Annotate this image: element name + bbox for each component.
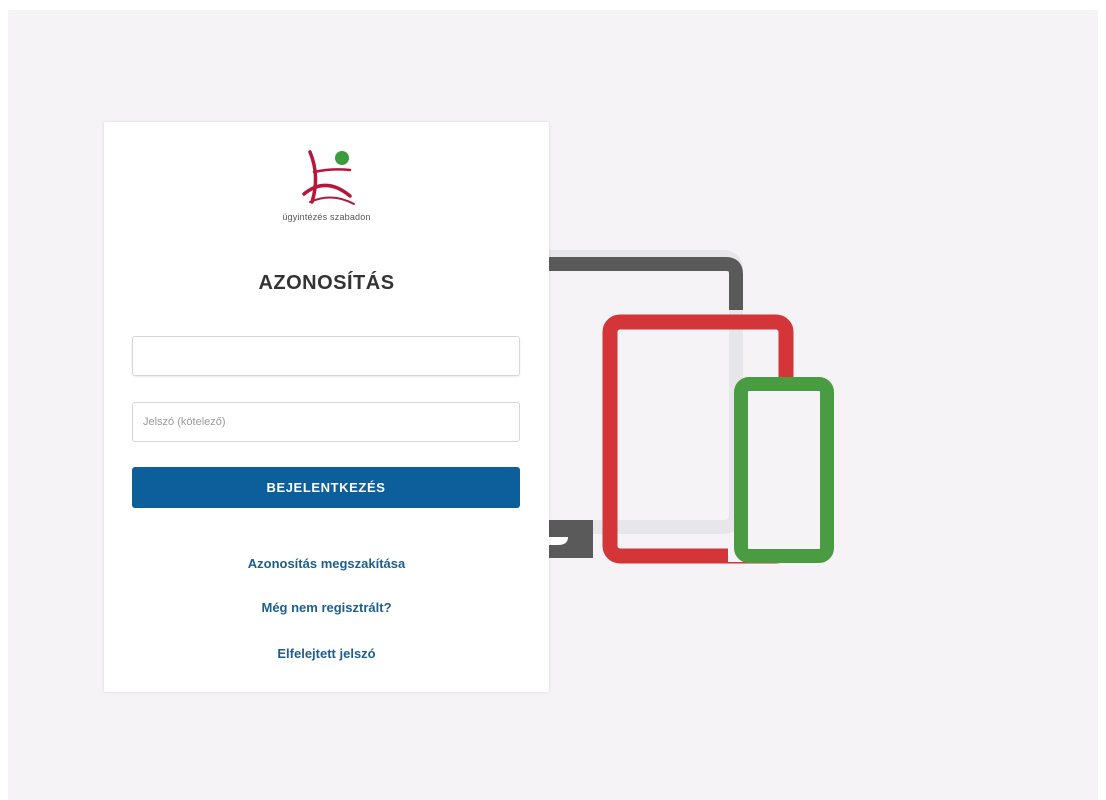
password-input[interactable] <box>132 402 520 442</box>
laptop-frame-shape <box>548 257 743 310</box>
page-title: AZONOSÍTÁS <box>258 272 395 294</box>
page-background: ügyintézés szabadon AZONOSÍTÁS BEJELENTK… <box>8 10 1098 800</box>
cancel-authentication-link[interactable]: Azonosítás megszakítása <box>104 556 549 571</box>
login-button[interactable]: BEJELENTKEZÉS <box>132 467 520 508</box>
brand-logo: ügyintézés szabadon <box>104 146 549 222</box>
register-link[interactable]: Még nem regisztrált? <box>104 600 549 615</box>
phone-shape <box>734 377 834 563</box>
login-card: ügyintézés szabadon AZONOSÍTÁS BEJELENTK… <box>104 122 549 692</box>
username-input[interactable] <box>132 336 520 376</box>
brand-logo-icon <box>301 150 355 205</box>
brand-tagline: ügyintézés szabadon <box>282 212 371 222</box>
forgot-password-link[interactable]: Elfelejtett jelszó <box>104 646 549 661</box>
